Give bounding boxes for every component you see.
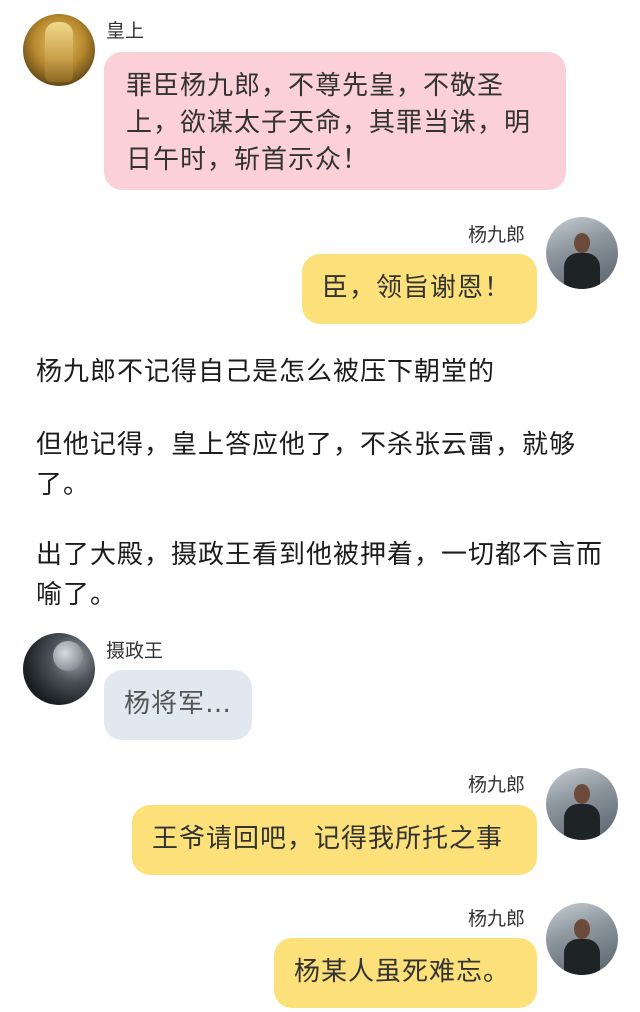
person-head — [574, 784, 590, 804]
avatar-yang-jiulang[interactable] — [546, 903, 618, 975]
avatar-yang-jiulang[interactable] — [546, 217, 618, 289]
narration-line-1: 杨九郎不记得自己是怎么被压下朝堂的 — [36, 357, 496, 387]
person-head — [574, 233, 590, 253]
sender-name-yang: 杨九郎 — [468, 908, 526, 930]
person-body — [564, 939, 600, 975]
avatar-regent[interactable] — [23, 633, 95, 705]
narration-line-2: 但他记得，皇上答应他了，不杀张云雷，就够了。 — [36, 430, 577, 500]
message-bubble-yang[interactable]: 王爷请回吧，记得我所托之事 — [132, 805, 537, 875]
narration-line-3: 出了大殿，摄政王看到他被押着，一切都不言而喻了。 — [36, 540, 604, 610]
moon-image — [53, 641, 83, 671]
message-bubble-emperor[interactable]: 罪臣杨九郎，不尊先皇，不敬圣上，欲谋太子天命，其罪当诛，明日午时，斩首示众！ — [104, 52, 566, 190]
person-head — [574, 919, 590, 939]
person-body — [564, 804, 600, 840]
sender-name-yang: 杨九郎 — [468, 774, 526, 796]
sender-name-emperor: 皇上 — [106, 20, 145, 42]
message-bubble-yang[interactable]: 杨某人虽死难忘。 — [274, 938, 537, 1008]
avatar-yang-jiulang[interactable] — [546, 768, 618, 840]
message-bubble-yang[interactable]: 臣，领旨谢恩！ — [302, 254, 537, 324]
person-body — [564, 253, 600, 289]
message-bubble-regent[interactable]: 杨将军… — [104, 670, 252, 740]
sender-name-regent: 摄政王 — [106, 640, 164, 662]
sender-name-yang: 杨九郎 — [468, 224, 526, 246]
emperor-robe-figure — [45, 22, 73, 82]
avatar-emperor[interactable] — [23, 14, 95, 86]
